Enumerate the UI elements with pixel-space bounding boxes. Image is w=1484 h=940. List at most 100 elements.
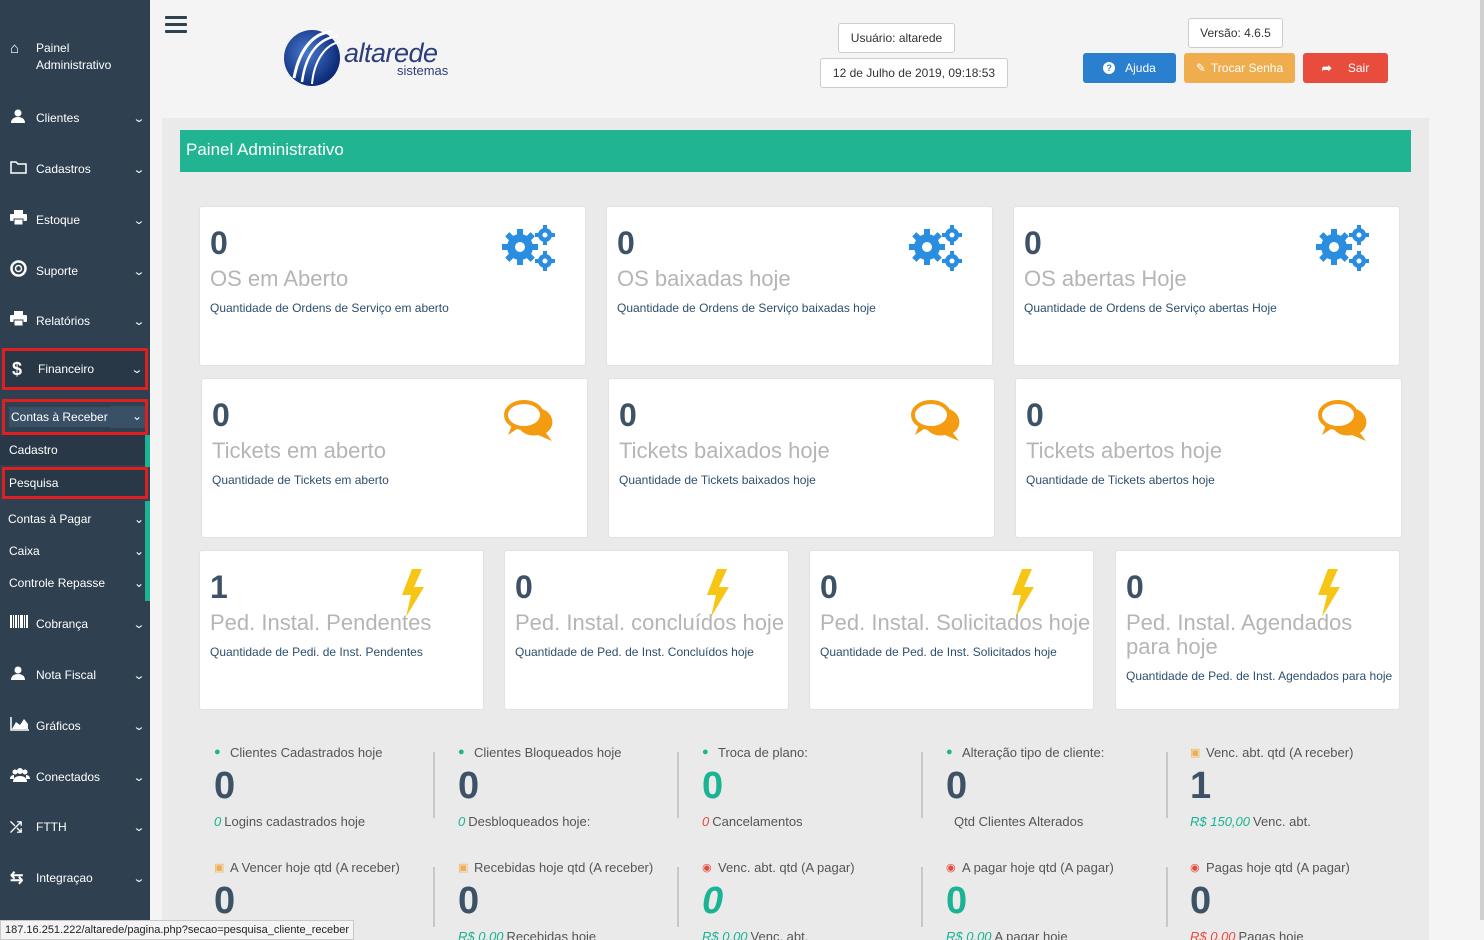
- sidebar-item-painel[interactable]: ⌂ Painel Administrativo: [0, 30, 150, 82]
- stat-label: Alteração tipo de cliente:: [962, 744, 1105, 760]
- user-display: Usuário: altarede: [838, 23, 955, 53]
- chevron-down-icon: ⌄: [132, 720, 146, 733]
- stat-highlight: R$ 0,00: [1190, 929, 1236, 940]
- submenu-label: Pesquisa: [9, 476, 59, 490]
- card-value: 0: [212, 397, 230, 433]
- scrollbar[interactable]: [1480, 0, 1484, 920]
- submenu-contas-pagar[interactable]: Contas à Pagar ⌄: [0, 506, 150, 532]
- hamburger-menu-icon[interactable]: [165, 16, 187, 36]
- submenu-contas-receber[interactable]: Contas à Receber ⌄: [2, 399, 148, 435]
- submenu-pesquisa[interactable]: Pesquisa: [2, 467, 148, 499]
- sidebar-item-financeiro[interactable]: $ Financeiro ⌄: [2, 348, 148, 390]
- stat-footer: A pagar hoje: [994, 929, 1068, 940]
- sidebar-item-estoque[interactable]: Estoque ⌄: [0, 204, 150, 236]
- sidebar-item-label: Clientes: [36, 111, 80, 125]
- logout-label: Sair: [1347, 61, 1370, 75]
- stat-highlight: 0: [458, 814, 466, 829]
- home-icon: ⌂: [10, 40, 20, 57]
- submenu-controle-repasse[interactable]: Controle Repasse ⌄: [0, 570, 150, 596]
- chevron-down-icon: ⌄: [132, 265, 146, 278]
- help-button[interactable]: ? Ajuda: [1083, 53, 1176, 83]
- card-tickets-abertos-hoje[interactable]: 0 Tickets abertos hoje Quantidade de Tic…: [1015, 378, 1402, 538]
- stat-venc-abt-pagar: ◉ Venc. abt. qtd (A pagar) 0 R$ 0,00 Venc.…: [702, 859, 922, 940]
- sidebar-item-conectados[interactable]: Conectados ⌄: [0, 761, 150, 793]
- bolt-icon: [707, 569, 729, 617]
- sidebar-item-relatorios[interactable]: Relatórios ⌄: [0, 305, 150, 337]
- logo-globe-icon: [284, 30, 341, 86]
- stat-a-vencer-hoje: ▣ A Vencer hoje qtd (A receber) 0: [214, 859, 434, 923]
- change-password-button[interactable]: ✎ Trocar Senha: [1184, 53, 1295, 83]
- card-value: 0: [617, 225, 635, 261]
- share-arrow-icon: ➦: [1321, 61, 1332, 75]
- stat-label: Venc. abt. qtd (A pagar): [718, 859, 855, 875]
- stat-troca-plano: ● Troca de plano: 0 0 Cancelamentos: [702, 744, 922, 830]
- stat-footer: Venc. abt.: [1253, 814, 1311, 829]
- sidebar-item-clientes[interactable]: Clientes ⌄: [0, 102, 150, 134]
- card-title: OS abertas Hoje: [1024, 266, 1187, 291]
- card-ped-instal-concluidos[interactable]: 0 Ped. Instal. concluídos hoje Quantidad…: [504, 550, 789, 710]
- area-chart-icon: [10, 716, 36, 736]
- chevron-down-icon: ⌄: [132, 872, 146, 885]
- stat-footer: Recebidas hoje: [506, 929, 597, 940]
- user-icon: ●: [458, 746, 465, 758]
- divider: [921, 867, 923, 927]
- sidebar-item-integracao[interactable]: ⇆ Integraçao ⌄: [0, 862, 150, 894]
- sidebar-item-label: Conectados: [36, 770, 101, 784]
- user-icon: ●: [214, 746, 221, 758]
- card-value: 0: [1026, 397, 1044, 433]
- card-os-aberto[interactable]: 0 OS em Aberto Quantidade de Ordens de S…: [199, 206, 586, 366]
- card-ped-instal-pendentes[interactable]: 1 Ped. Instal. Pendentes Quantidade de P…: [199, 550, 484, 710]
- sidebar-item-cadastros[interactable]: Cadastros ⌄: [0, 153, 150, 185]
- card-title: OS baixadas hoje: [617, 266, 791, 291]
- stat-label: A Vencer hoje qtd (A receber): [230, 859, 400, 875]
- money-icon: ▣: [458, 861, 469, 874]
- question-circle-icon: ?: [1103, 62, 1116, 74]
- active-indicator: [145, 435, 150, 467]
- card-ped-instal-agendados[interactable]: 0 Ped. Instal. Agendados para hoje Quant…: [1115, 550, 1400, 710]
- card-value: 1: [210, 569, 228, 605]
- sidebar-item-nota-fiscal[interactable]: Nota Fiscal ⌄: [0, 659, 150, 691]
- card-os-abertas-hoje[interactable]: 0 OS abertas Hoje Quantidade de Ordens d…: [1013, 206, 1400, 366]
- stat-highlight: 0: [214, 814, 222, 829]
- submenu-label: Caixa: [9, 544, 40, 558]
- change-password-label: Trocar Senha: [1210, 61, 1284, 75]
- stat-alteracao-tipo: ● Alteração tipo de cliente: 0 Qtd Client…: [946, 744, 1166, 830]
- stat-footer: Cancelamentos: [712, 814, 803, 829]
- sidebar-item-suporte[interactable]: Suporte ⌄: [0, 255, 150, 287]
- sidebar-item-ftth[interactable]: ⤮ FTTH ⌄: [0, 811, 150, 843]
- submenu-label: Cadastro: [9, 443, 58, 457]
- chevron-down-icon: ⌄: [109, 406, 148, 428]
- card-tickets-aberto[interactable]: 0 Tickets em aberto Quantidade de Ticket…: [201, 378, 588, 538]
- gears-icon: [909, 225, 962, 271]
- card-desc: Quantidade de Tickets abertos hoje: [1026, 473, 1215, 487]
- stat-value: 0: [214, 880, 236, 922]
- logo-subtext: sistemas: [397, 63, 449, 78]
- stat-a-pagar-hoje: ◉ A pagar hoje qtd (A pagar) 0 R$ 0,00 A p…: [946, 859, 1166, 940]
- sidebar-item-label: Cadastros: [36, 162, 91, 176]
- chevron-down-icon: ⌄: [132, 315, 146, 328]
- user-icon: [10, 108, 36, 129]
- printer-icon: [10, 311, 36, 331]
- stat-highlight: R$ 0,00: [946, 929, 992, 940]
- stat-value: 0: [458, 765, 480, 807]
- stat-highlight: R$ 0,00: [702, 929, 748, 940]
- card-os-baixadas[interactable]: 0 OS baixadas hoje Quantidade de Ordens …: [606, 206, 993, 366]
- sidebar-item-label: Suporte: [36, 264, 79, 278]
- divider: [1166, 752, 1168, 818]
- lifebuoy-icon: [10, 260, 36, 282]
- sidebar-item-cobranca[interactable]: Cobrança ⌄: [0, 608, 150, 640]
- stat-value: 0: [702, 765, 724, 807]
- submenu-caixa[interactable]: Caixa ⌄: [0, 538, 150, 564]
- sidebar-item-label: Integraçao: [36, 871, 93, 885]
- card-title: Tickets abertos hoje: [1026, 438, 1223, 463]
- sidebar-item-graficos[interactable]: Gráficos ⌄: [0, 710, 150, 742]
- submenu-label: Contas à Pagar: [8, 512, 92, 526]
- stat-label: Venc. abt. qtd (A receber): [1206, 744, 1354, 760]
- card-ped-instal-solicitados[interactable]: 0 Ped. Instal. Solicitados hoje Quantida…: [809, 550, 1094, 710]
- chevron-down-icon: ⌄: [133, 544, 145, 558]
- datetime-display: 12 de Julho de 2019, 09:18:53: [820, 58, 1008, 88]
- submenu-cadastro[interactable]: Cadastro: [0, 435, 150, 465]
- card-tickets-baixados[interactable]: 0 Tickets baixados hoje Quantidade de Ti…: [608, 378, 995, 538]
- version-display: Versão: 4.6.5: [1188, 18, 1283, 48]
- logout-button[interactable]: ➦ Sair: [1303, 53, 1388, 83]
